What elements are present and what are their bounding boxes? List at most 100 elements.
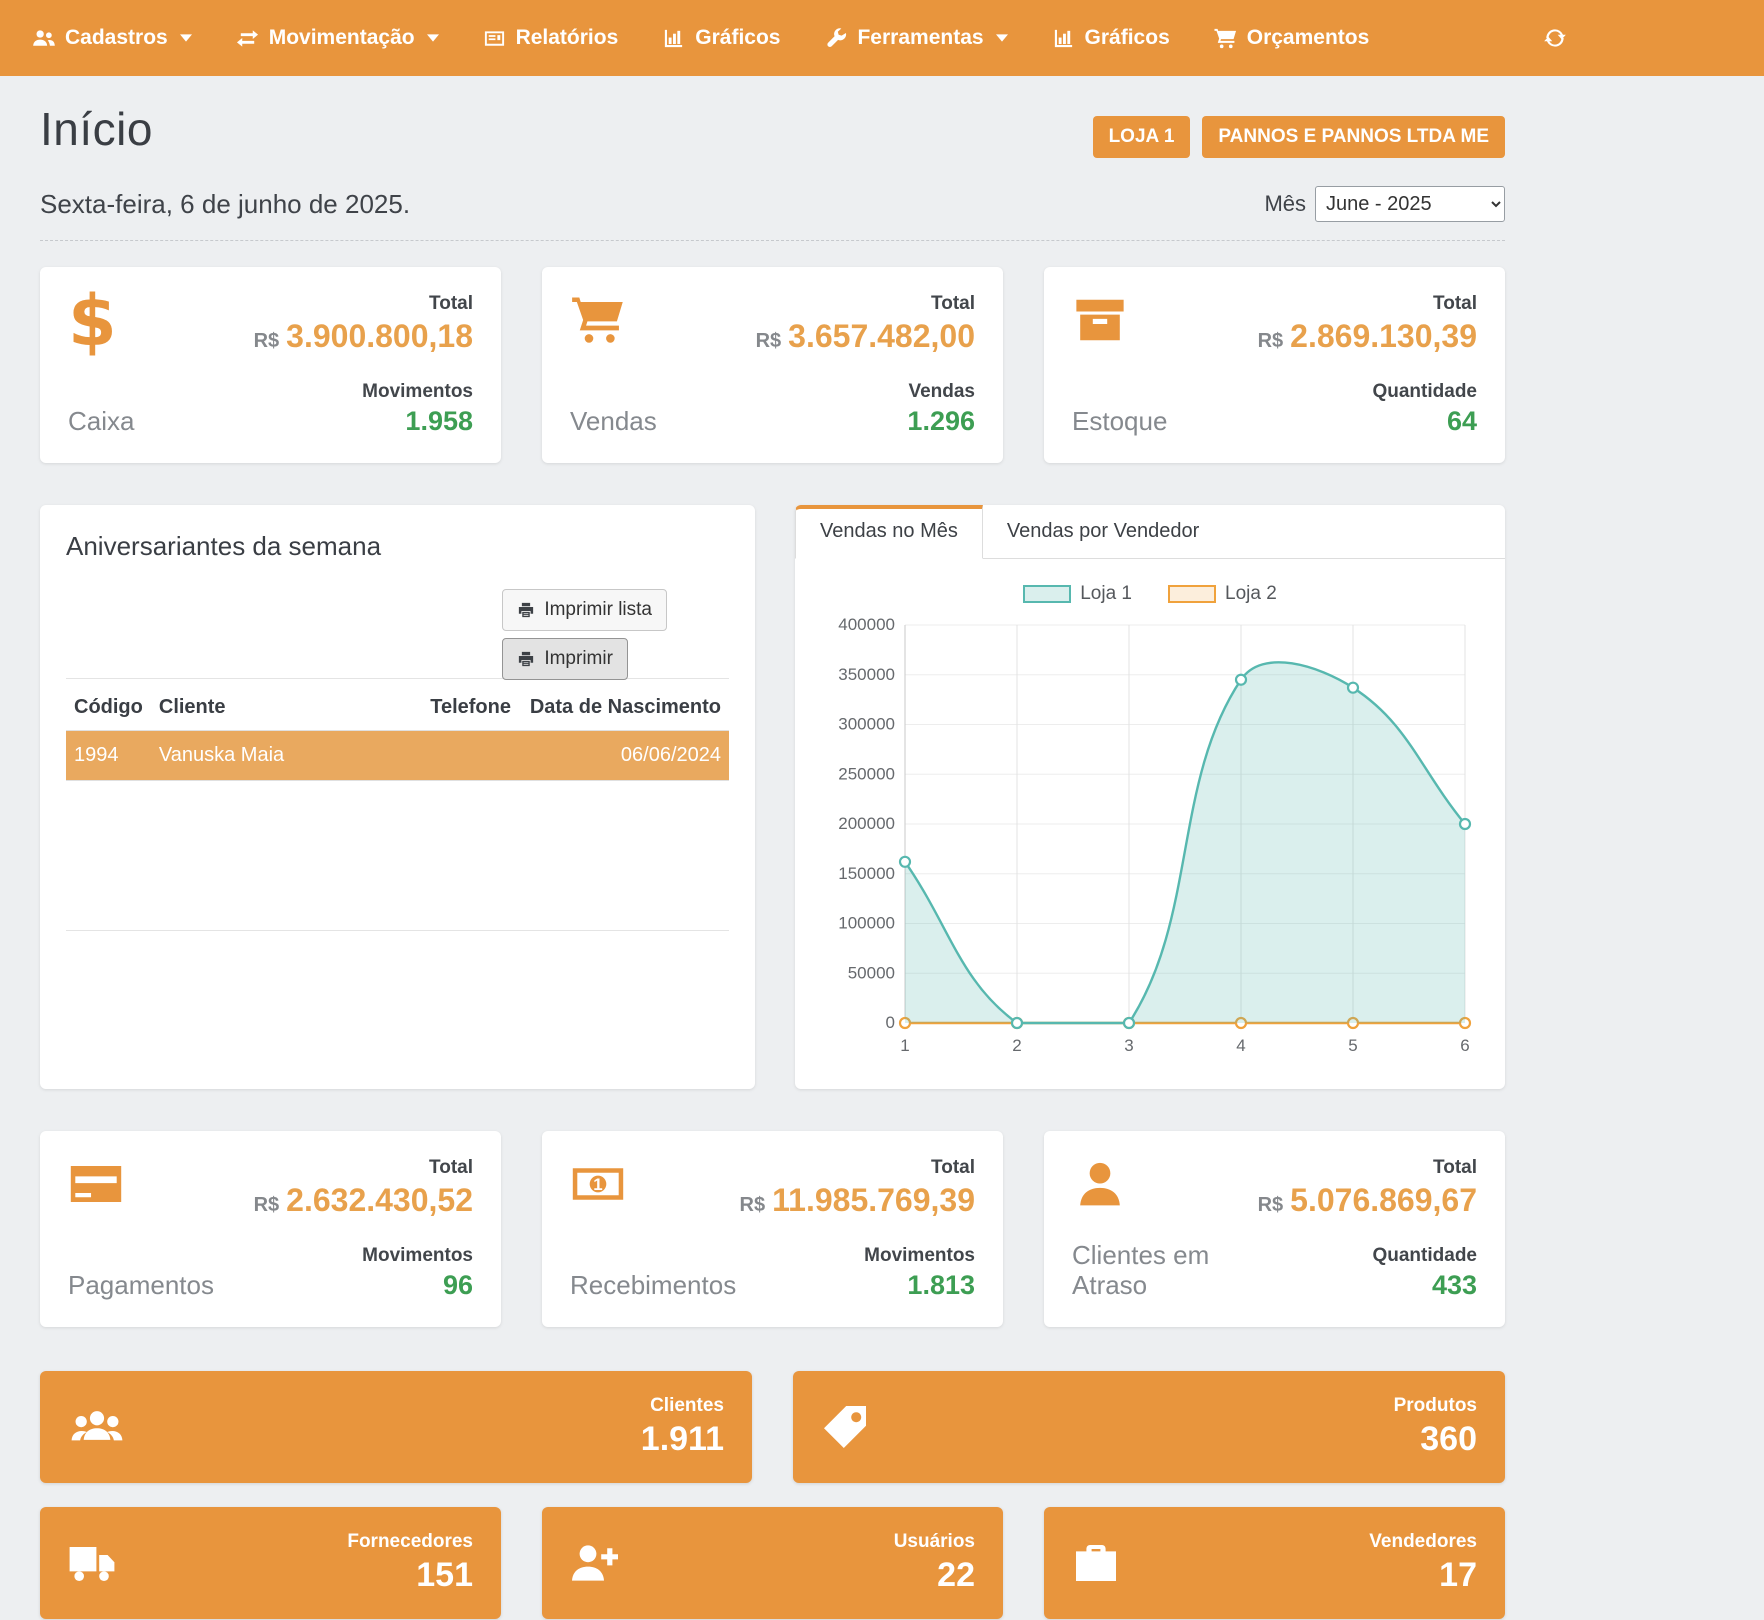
nav-label: Orçamentos [1247,26,1370,50]
truck-icon [68,1539,116,1587]
print-list-button[interactable]: Imprimir lista [502,589,667,631]
count-value: 1.958 [362,406,473,437]
tab-vendas-por-vendedor[interactable]: Vendas por Vendedor [983,505,1223,558]
refresh-icon[interactable] [1542,25,1568,51]
amount: 5.076.869,67 [1290,1182,1477,1218]
users-icon [32,27,55,50]
amount: 3.900.800,18 [286,318,473,354]
total-value: R$ 3.900.800,18 [254,318,473,355]
tile-vendedores[interactable]: Vendedores 17 [1044,1507,1505,1619]
amount: 2.632.430,52 [286,1182,473,1218]
currency-prefix: R$ [740,1194,766,1216]
printer-icon [517,650,535,668]
svg-text:250000: 250000 [838,764,895,783]
count-value: 1.813 [864,1270,975,1301]
tile-produtos[interactable]: Produtos 360 [793,1371,1505,1483]
bar-chart-icon [1052,27,1075,50]
currency-prefix: R$ [1258,1194,1284,1216]
sales-line-chart: 0500001000001500002000002500003000003500… [819,611,1481,1063]
print-button[interactable]: Imprimir [502,638,628,680]
nav-label: Gráficos [1085,26,1170,50]
sales-chart-panel: Vendas no Mês Vendas por Vendedor Loja 1… [795,505,1505,1089]
svg-text:50000: 50000 [848,963,895,982]
svg-text:6: 6 [1460,1036,1469,1055]
users-group-icon [68,1402,126,1452]
money-icon: 1 [570,1157,630,1215]
bar-chart-icon [662,27,685,50]
total-value: R$2.869.130,39 [1258,318,1477,355]
nav-orcamentos[interactable]: Orçamentos [1192,0,1392,76]
svg-text:1: 1 [593,1175,602,1194]
birthdays-panel: Aniversariantes da semana Imprimir lista… [40,505,755,1089]
card-pagamentos: Pagamentos Total R$2.632.430,52 Moviment… [40,1131,501,1327]
nav-label: Ferramentas [857,26,983,50]
card-vendas: Vendas Total R$3.657.482,00 Vendas 1.296 [542,267,1003,463]
card-label: Clientes em Atraso [1072,1241,1222,1301]
card-caixa: $ Caixa Total R$3.900.800,18 Movimentos … [40,267,501,463]
count-label: Vendas [907,381,975,403]
legend-swatch [1168,585,1216,603]
card-label: Caixa [68,407,134,437]
credit-card-icon [68,1157,128,1215]
legend-loja-1[interactable]: Loja 1 [1023,583,1132,605]
count-value: 96 [362,1270,473,1301]
nav-graficos-1[interactable]: Gráficos [640,0,802,76]
nav-cadastros[interactable]: Cadastros [10,0,214,76]
dollar-icon: $ [68,293,128,351]
birthdays-table: Código Cliente Telefone Data de Nascimen… [66,683,729,781]
svg-text:4: 4 [1236,1036,1245,1055]
nav-ferramentas[interactable]: Ferramentas [802,0,1029,76]
wrench-icon [824,27,847,50]
svg-text:150000: 150000 [838,864,895,883]
card-estoque: Estoque Total R$2.869.130,39 Quantidade … [1044,267,1505,463]
total-value: R$ 2.632.430,52 [254,1182,473,1219]
card-clientes-em-atraso: Clientes em Atraso Total R$5.076.869,67 … [1044,1131,1505,1327]
exchange-icon [236,27,259,50]
col-telefone: Telefone [404,683,519,731]
nav-label: Cadastros [65,26,168,50]
top-navigation: Cadastros Movimentação Relatórios Gráfic… [0,0,1764,76]
total-label: Total [254,1157,473,1179]
tile-label: Vendedores [1369,1531,1477,1553]
tile-usuarios[interactable]: Usuários 22 [542,1507,1003,1619]
tile-fornecedores[interactable]: Fornecedores 151 [40,1507,501,1619]
currency-prefix: R$ [254,330,280,352]
nav-relatorios[interactable]: Relatórios [461,0,641,76]
tab-vendas-no-mes[interactable]: Vendas no Mês [795,505,983,559]
card-label: Recebimentos [570,1271,720,1301]
tile-value: 22 [894,1556,975,1595]
current-date: Sexta-feira, 6 de junho de 2025. [40,189,410,220]
company-badge: PANNOS E PANNOS LTDA ME [1202,116,1505,158]
person-icon [1072,1157,1132,1215]
svg-text:5: 5 [1348,1036,1357,1055]
count-label: Quantidade [1372,1245,1477,1267]
print-label: Imprimir [544,648,613,670]
tile-value: 17 [1369,1556,1477,1595]
tag-icon [821,1403,869,1451]
tile-clientes[interactable]: Clientes 1.911 [40,1371,752,1483]
nav-movimentacao[interactable]: Movimentação [214,0,461,76]
cart-icon [1214,27,1237,50]
cell-telefone [404,731,519,781]
cell-codigo: 1994 [66,731,151,781]
count-label: Quantidade [1372,381,1477,403]
currency-prefix: R$ [756,330,782,352]
tile-value: 151 [347,1556,473,1595]
legend-loja-2[interactable]: Loja 2 [1168,583,1277,605]
chevron-down-icon [996,34,1008,42]
count-value: 64 [1372,406,1477,437]
tile-label: Usuários [894,1531,975,1553]
currency-prefix: R$ [254,1194,280,1216]
count-label: Movimentos [362,1245,473,1267]
print-list-label: Imprimir lista [544,599,652,621]
tile-label: Clientes [641,1395,724,1417]
birthday-row[interactable]: 1994 Vanuska Maia 06/06/2024 [66,731,729,781]
nav-graficos-2[interactable]: Gráficos [1030,0,1192,76]
svg-text:3: 3 [1124,1036,1133,1055]
nav-label: Movimentação [269,26,415,50]
month-select[interactable]: June - 2025 [1315,186,1505,222]
divider [66,930,729,931]
total-label: Total [740,1157,975,1179]
total-value: R$3.657.482,00 [756,318,975,355]
col-cliente: Cliente [151,683,404,731]
